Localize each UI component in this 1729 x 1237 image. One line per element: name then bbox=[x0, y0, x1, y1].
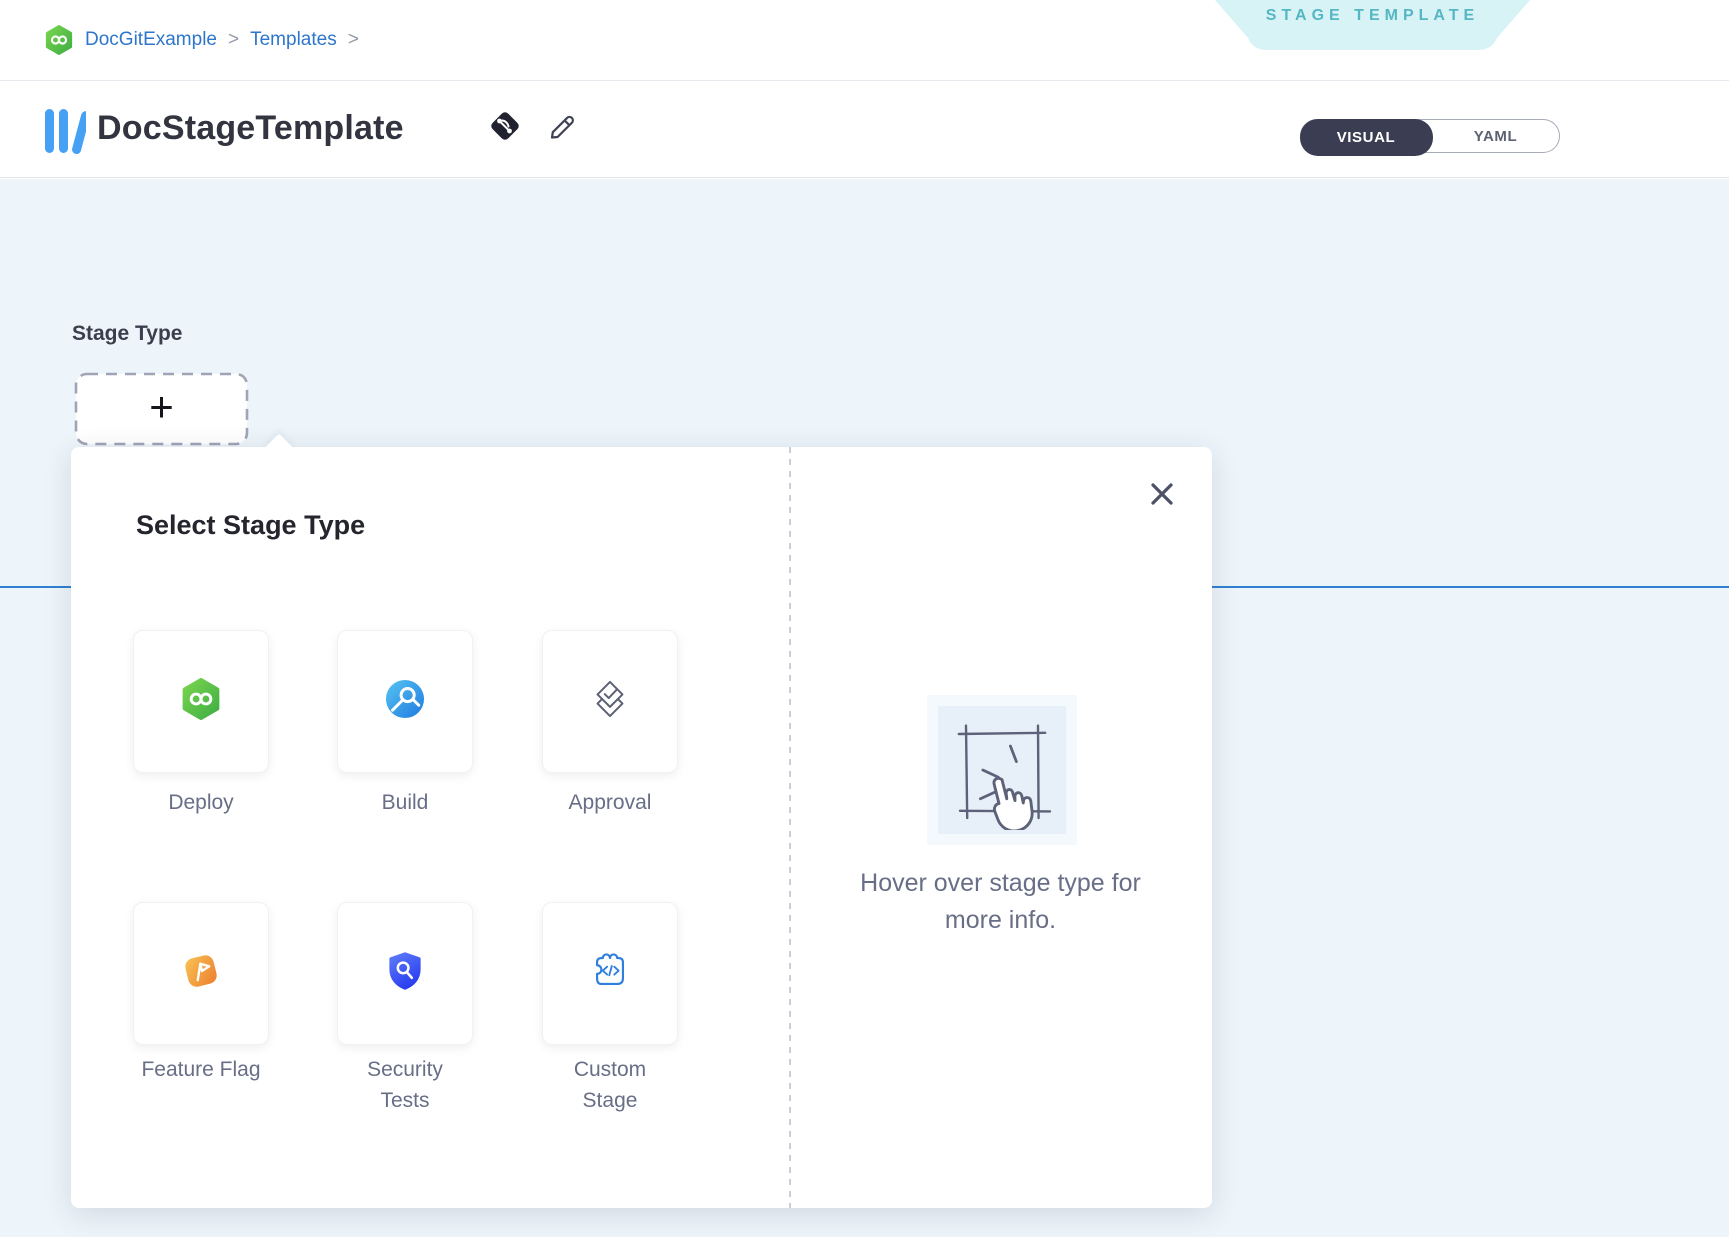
add-stage-button[interactable]: + bbox=[74, 372, 249, 446]
build-ci-icon bbox=[384, 678, 426, 725]
template-title: DocStageTemplate bbox=[97, 109, 404, 148]
template-header: DocStageTemplate VISUAL YAML bbox=[0, 81, 1729, 178]
edit-name-pencil-icon[interactable] bbox=[546, 111, 578, 146]
popover-caret bbox=[263, 433, 294, 464]
popover-dashed-divider bbox=[789, 447, 791, 1208]
stage-tile-label-build: Build bbox=[345, 787, 465, 818]
git-remote-icon bbox=[487, 108, 523, 149]
breadcrumb-separator: > bbox=[228, 29, 239, 51]
toggle-yaml[interactable]: YAML bbox=[1432, 120, 1559, 152]
pipeline-canvas: Stage Type + Select Stage Type bbox=[0, 179, 1729, 1237]
stage-tile-approval[interactable] bbox=[542, 630, 678, 773]
stage-type-label: Stage Type bbox=[72, 322, 182, 346]
breadcrumb-separator: > bbox=[348, 29, 359, 51]
popover-title: Select Stage Type bbox=[136, 510, 365, 541]
template-library-icon bbox=[44, 108, 86, 159]
stage-tile-custom[interactable] bbox=[542, 902, 678, 1045]
template-studio-page: DocGitExample > Templates > STAGE TEMPLA… bbox=[0, 0, 1729, 1237]
breadcrumb: DocGitExample > Templates > bbox=[44, 0, 359, 80]
stage-tile-label-deploy: Deploy bbox=[141, 787, 261, 818]
plus-icon: + bbox=[74, 386, 249, 428]
stage-tile-build[interactable] bbox=[337, 630, 473, 773]
hover-hint-text: Hover over stage type for more info. bbox=[789, 865, 1212, 939]
security-shield-icon bbox=[385, 950, 425, 997]
hover-hint-illustration bbox=[927, 695, 1077, 845]
security-tests-shield-icon-tile[interactable] bbox=[337, 902, 473, 1045]
project-hexagon-icon bbox=[44, 25, 74, 55]
stage-tile-label-feature-flag: Feature Flag bbox=[141, 1054, 261, 1085]
toggle-visual[interactable]: VISUAL bbox=[1300, 119, 1433, 156]
close-icon[interactable] bbox=[1143, 475, 1181, 513]
stage-tile-label-approval: Approval bbox=[550, 787, 670, 818]
feature-flag-icon bbox=[180, 950, 222, 997]
deploy-cd-icon bbox=[180, 678, 222, 725]
stage-template-banner-label: STAGE TEMPLATE bbox=[1215, 7, 1530, 25]
stage-tile-feature-flag[interactable] bbox=[133, 902, 269, 1045]
top-bar: DocGitExample > Templates > STAGE TEMPLA… bbox=[0, 0, 1729, 81]
visual-yaml-toggle: VISUAL YAML bbox=[1300, 119, 1560, 153]
approval-stamp-icon bbox=[589, 678, 631, 725]
breadcrumb-link-templates[interactable]: Templates bbox=[250, 29, 337, 51]
breadcrumb-link-project[interactable]: DocGitExample bbox=[85, 29, 217, 51]
select-stage-type-popover: Select Stage Type bbox=[71, 447, 1212, 1208]
stage-tile-label-custom-stage: Custom Stage bbox=[550, 1054, 670, 1116]
stage-tile-deploy[interactable] bbox=[133, 630, 269, 773]
stage-tile-label-security-tests: Security Tests bbox=[345, 1054, 465, 1116]
custom-stage-icon bbox=[587, 948, 633, 999]
stage-template-banner: STAGE TEMPLATE bbox=[1215, 0, 1530, 50]
